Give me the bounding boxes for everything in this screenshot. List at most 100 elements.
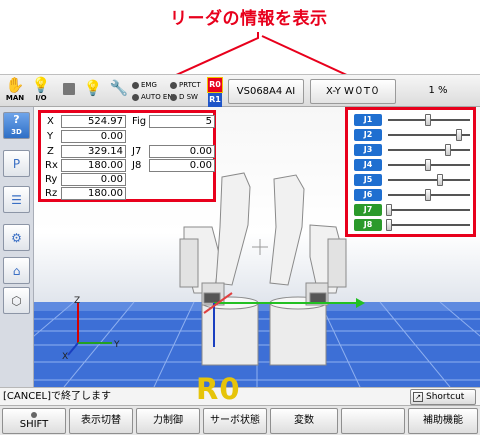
joint-row-j6: J6 [352,189,474,201]
joint-row-j7: J7 [352,204,474,216]
joint-slider-panel: J1 J2 J3 J4 J5 J6 J7 J8 [345,107,476,237]
home-button[interactable]: ⌂ [3,257,30,284]
r1-badge[interactable]: R1 [208,93,222,107]
r0-overlay-label: R0 [196,372,241,406]
io-label: I/O [35,94,47,102]
status-emg: EMG [132,81,157,89]
man-mode-button[interactable]: ✋ MAN [4,77,26,106]
coord-label-x: X [47,116,54,127]
joint-row-j3: J3 [352,144,474,156]
function-key-bar: SHIFT 表示切替 力制御 サーボ状態 変数 補助機能 [0,405,480,435]
coord-label-fig: Fig [132,116,147,127]
prtct-dot-icon [170,81,177,89]
robot-model-button[interactable]: VS068A4 AI [228,79,304,104]
tool-button[interactable]: 🔧 [108,77,130,106]
joint-slider-handle-j8[interactable] [386,219,392,231]
joint-track-j3[interactable] [388,149,470,151]
joint-track-j7[interactable] [388,209,470,211]
fkey-force-control[interactable]: 力制御 [136,408,200,434]
cube-button[interactable]: ⬡ [3,287,30,314]
hand-icon: ✋ [5,76,25,94]
lightbulb-icon: 💡 [31,76,51,94]
joint-button-j3[interactable]: J3 [354,144,382,156]
joint-track-j5[interactable] [388,179,470,181]
fkey-shift-label: SHIFT [19,419,49,430]
joint-slider-handle-j1[interactable] [425,114,431,126]
joint-slider-handle-j2[interactable] [456,129,463,141]
emg-dot-icon [132,81,139,89]
stop-square-icon [63,83,75,95]
view-3d-label: 3D [11,127,22,136]
joint-row-j8: J8 [352,219,474,231]
joint-button-j7[interactable]: J7 [354,204,382,216]
shortcut-label: Shortcut [426,392,465,402]
teach-pendant-icon: P [12,156,21,171]
joint-button-j1[interactable]: J1 [354,114,382,126]
status-message: [CANCEL]で終了します [3,391,111,402]
man-label: MAN [5,94,25,102]
wrench-icon: 🔧 [109,79,129,97]
joint-button-j5[interactable]: J5 [354,174,382,186]
joint-button-j8[interactable]: J8 [354,219,382,231]
cube-icon: ⬡ [11,293,22,308]
teach-button[interactable]: P [3,150,30,177]
joint-button-j2[interactable]: J2 [354,129,382,141]
joint-slider-handle-j5[interactable] [436,174,443,186]
list-button[interactable]: ☰ [3,186,30,213]
home-icon: ⌂ [12,263,21,278]
shortcut-button[interactable]: ↗ Shortcut [410,389,476,405]
crosshair-icon [252,239,268,255]
coord-label-y: Y [47,131,54,142]
joint-row-j4: J4 [352,159,474,171]
joint-button-j6[interactable]: J6 [354,189,382,201]
coordinate-panel: X 524.97 Fig 5 Y 0.00 Z 329.14 J7 0.00 R… [38,110,216,202]
top-toolbar: ✋ MAN 💡 I/O 💡 🔧 EMG PRTCT AUTO EN D SW R… [0,74,480,107]
list-icon: ☰ [11,192,22,207]
axis-x-label: X [62,352,68,362]
coord-value-j7: 0.00 [149,145,215,158]
joint-row-j5: J5 [352,174,474,186]
joint-slider-handle-j3[interactable] [444,144,451,156]
coord-value-x: 524.97 [61,115,126,128]
fkey-shift[interactable]: SHIFT [2,408,66,434]
joint-slider-handle-j7[interactable] [386,204,392,216]
joint-slider-handle-j6[interactable] [425,189,431,201]
coord-label-rx: Rx [45,160,58,171]
coordinate-frame-button[interactable]: X-Y W０T０ [310,79,396,104]
stop-button[interactable] [58,77,80,106]
fkey-blank[interactable] [341,408,405,434]
joint-track-j8[interactable] [388,224,470,226]
coord-value-ry: 0.00 [61,173,126,186]
coord-value-rx: 180.00 [61,159,126,172]
fkey-servo-state[interactable]: サーボ状態 [203,408,267,434]
status-dsw: D SW [170,93,198,101]
joint-button-j4[interactable]: J4 [354,159,382,171]
dsw-dot-icon [170,93,177,101]
view-3d-button[interactable]: ? 3D [3,112,30,139]
left-sidebar: ? 3D P ☰ ⚙ ⌂ ⬡ [0,107,34,387]
coord-value-z: 329.14 [61,145,126,158]
joint-slider-handle-j4[interactable] [425,159,431,171]
fkey-variables[interactable]: 変数 [270,408,338,434]
axis-z-label: Z [74,296,80,306]
coord-label-ry: Ry [45,174,58,185]
coord-label-j7: J7 [132,146,142,157]
coord-value-y: 0.00 [61,130,126,143]
status-auto-en: AUTO EN [132,93,173,101]
r0-badge[interactable]: R0 [207,77,223,93]
axis-y-label: Y [113,340,120,350]
joint-row-j1: J1 [352,114,474,126]
coord-value-fig: 5 [149,115,215,128]
help-3d-icon: ? [13,112,20,126]
fkey-aux[interactable]: 補助機能 [408,408,478,434]
lamp-button[interactable]: 💡 [82,77,104,106]
fkey-display-switch[interactable]: 表示切替 [69,408,133,434]
status-prtct: PRTCT [170,81,201,89]
coord-label-z: Z [47,146,54,157]
coord-value-rz: 180.00 [61,187,126,200]
lamp-icon: 💡 [83,79,103,97]
settings-button[interactable]: ⚙ [3,224,30,251]
joint-row-j2: J2 [352,129,474,141]
io-button[interactable]: 💡 I/O [30,77,52,106]
speed-readout[interactable]: 1 % [400,79,476,104]
